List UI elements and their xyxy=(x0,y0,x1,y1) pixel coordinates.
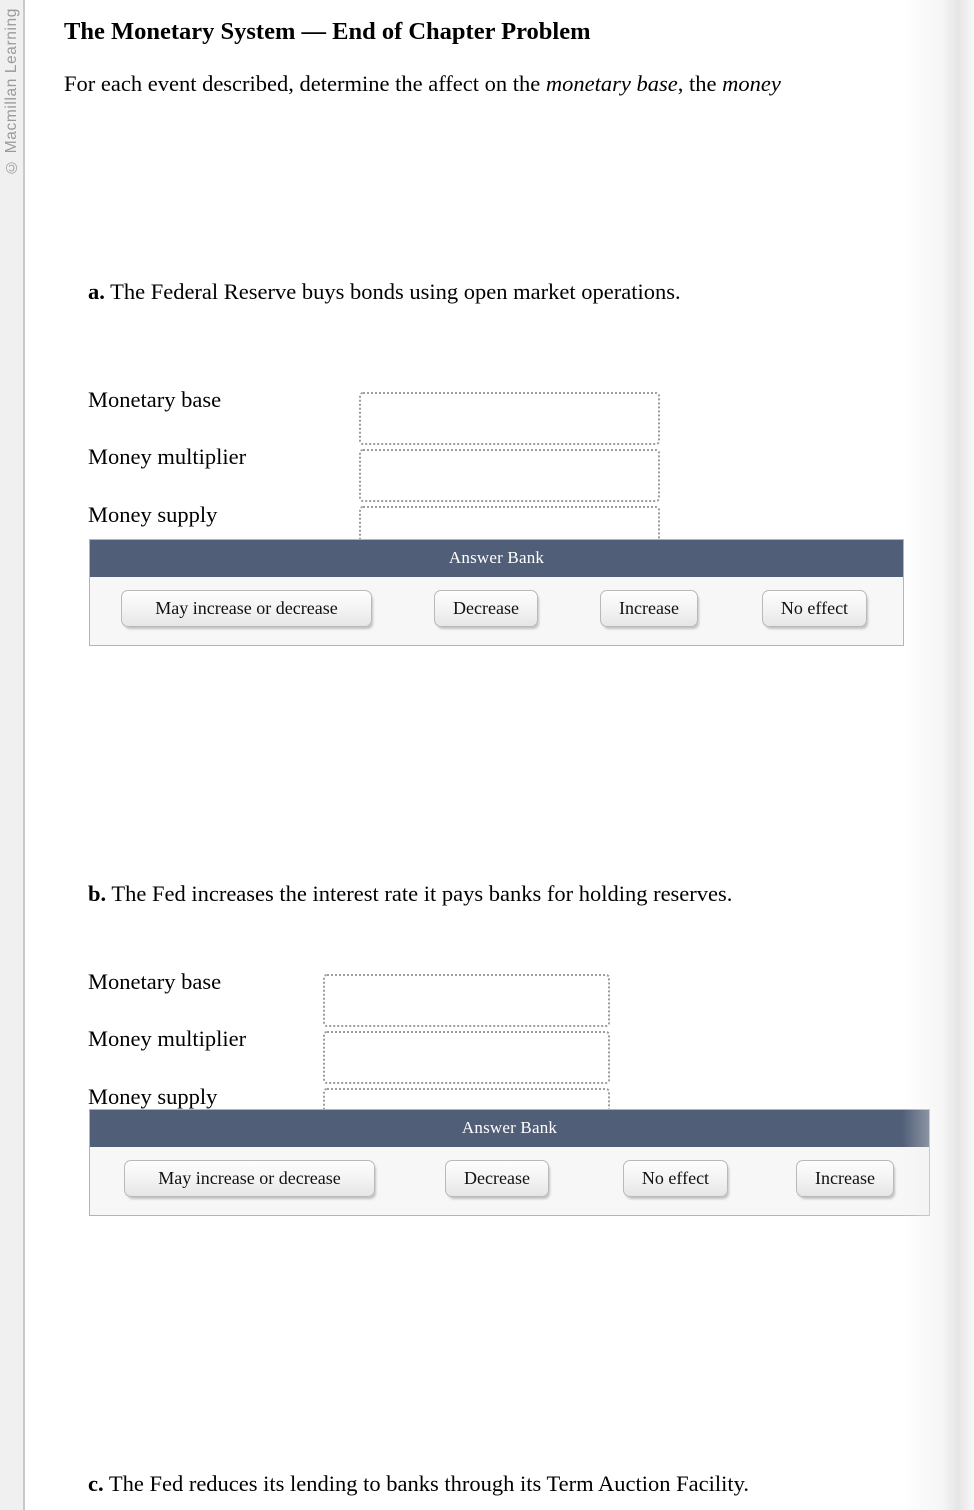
question-letter-b: b. xyxy=(88,881,107,907)
row-label-monetary-base-a: Monetary base xyxy=(88,387,222,413)
dropbox-money-multiplier-a[interactable] xyxy=(359,449,660,503)
answer-option-increase-a[interactable]: Increase xyxy=(600,589,698,627)
dropbox-monetary-base-a[interactable] xyxy=(359,392,660,446)
copyright-rail: © Macmillan Learning xyxy=(0,0,25,1510)
dropbox-money-multiplier-b[interactable] xyxy=(323,1031,610,1085)
answer-bank-b: Answer Bank May increase or decrease Dec… xyxy=(89,1109,930,1216)
problem-content: The Monetary System — End of Chapter Pro… xyxy=(25,18,974,1496)
intro-text-prefix: For each event described, determine the … xyxy=(64,71,546,97)
row-label-money-supply-a: Money supply xyxy=(88,502,218,528)
question-letter-c: c. xyxy=(88,1471,104,1497)
page-title: The Monetary System — End of Chapter Pro… xyxy=(64,18,591,45)
page-root: © Macmillan Learning The Monetary System… xyxy=(0,0,974,1510)
answer-option-decrease-b[interactable]: Decrease xyxy=(445,1159,549,1197)
answer-bank-options-a: May increase or decrease Decrease Increa… xyxy=(90,576,903,645)
intro-term-money: money xyxy=(722,71,781,97)
answer-bank-title-b: Answer Bank xyxy=(90,1110,929,1147)
question-text-a: The Federal Reserve buys bonds using ope… xyxy=(104,279,681,305)
answer-option-increase-b[interactable]: Increase xyxy=(796,1159,894,1197)
row-label-monetary-base-b: Monetary base xyxy=(88,969,222,995)
intro-term-monetary-base: monetary base xyxy=(545,71,678,97)
scroll-edge-shadow xyxy=(902,0,974,1510)
intro-text-mid: , the xyxy=(677,71,723,97)
row-label-money-supply-b: Money supply xyxy=(88,1084,218,1110)
question-text-c: The Fed reduces its lending to banks thr… xyxy=(103,1471,750,1497)
row-label-money-multiplier-a: Money multiplier xyxy=(88,444,247,470)
question-prompt-b: b. The Fed increases the interest rate i… xyxy=(88,880,732,907)
answer-option-may-increase-or-decrease-a[interactable]: May increase or decrease xyxy=(121,589,372,627)
answer-bank-options-b: May increase or decrease Decrease No eff… xyxy=(90,1146,929,1215)
question-text-b: The Fed increases the interest rate it p… xyxy=(106,881,733,907)
answer-option-decrease-a[interactable]: Decrease xyxy=(434,589,538,627)
answer-option-may-increase-or-decrease-b[interactable]: May increase or decrease xyxy=(124,1159,375,1197)
row-label-money-multiplier-b: Money multiplier xyxy=(88,1026,247,1052)
answer-option-no-effect-a[interactable]: No effect xyxy=(762,589,867,627)
intro-paragraph: For each event described, determine the … xyxy=(64,70,974,97)
answer-bank-title-a: Answer Bank xyxy=(90,540,903,577)
dropbox-monetary-base-b[interactable] xyxy=(323,974,610,1028)
answer-option-no-effect-b[interactable]: No effect xyxy=(623,1159,728,1197)
question-prompt-c: c. The Fed reduces its lending to banks … xyxy=(88,1470,749,1497)
question-prompt-a: a. The Federal Reserve buys bonds using … xyxy=(88,278,681,305)
answer-bank-a: Answer Bank May increase or decrease Dec… xyxy=(89,539,904,646)
copyright-watermark: © Macmillan Learning xyxy=(2,8,20,176)
problem-scroll-region[interactable]: The Monetary System — End of Chapter Pro… xyxy=(25,0,974,1510)
question-letter-a: a. xyxy=(88,279,105,305)
